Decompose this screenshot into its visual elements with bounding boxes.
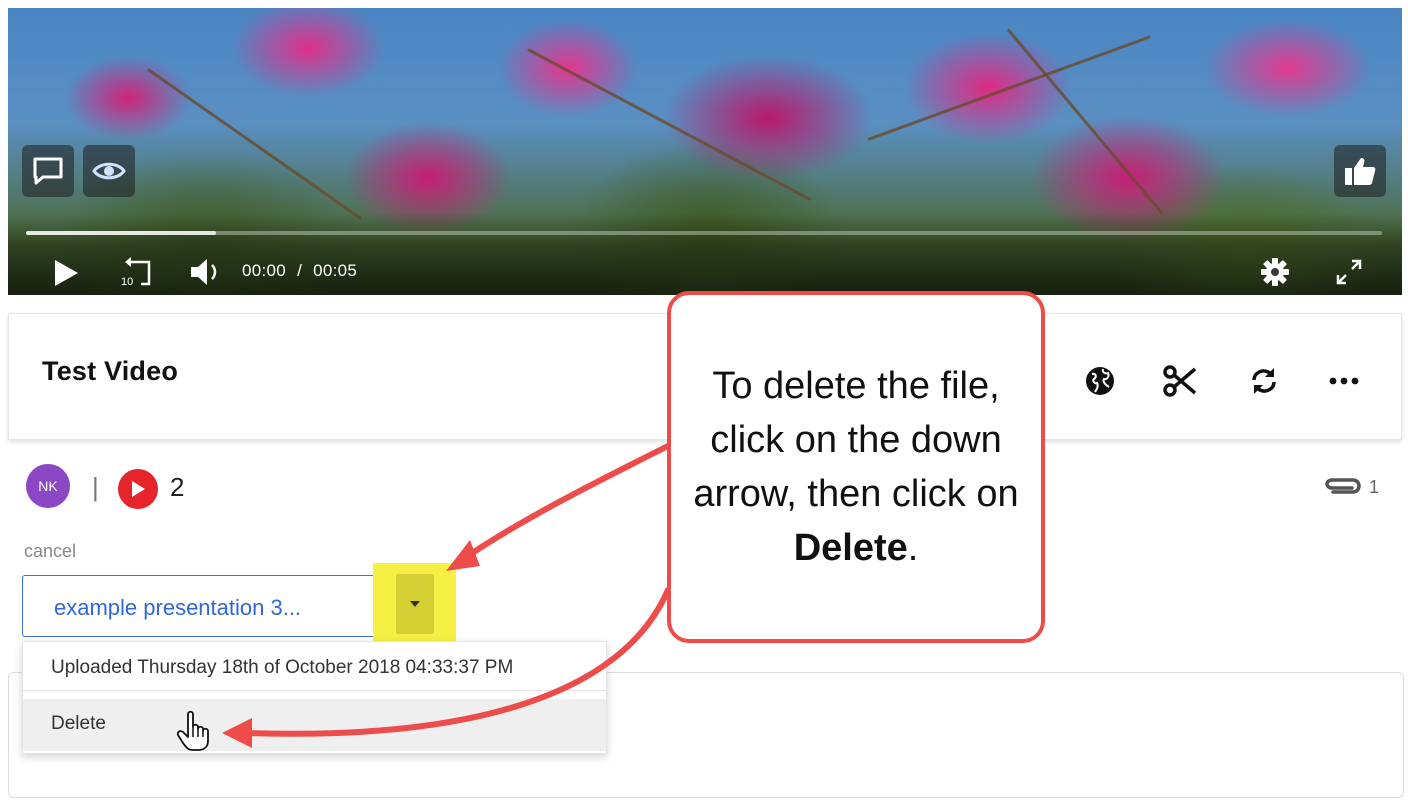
play-icon (55, 260, 78, 286)
video-scene (1006, 28, 1164, 215)
dropdown-highlight (373, 563, 456, 645)
attachment-count: 1 (1369, 477, 1380, 497)
play-icon (132, 481, 145, 497)
eye-icon (92, 162, 126, 180)
cancel-link[interactable]: cancel (24, 541, 76, 562)
callout-text-end: . (907, 527, 919, 569)
video-scene (527, 48, 812, 202)
delete-menu-item[interactable]: Delete (23, 699, 606, 751)
trim-button[interactable] (1163, 364, 1197, 398)
fullscreen-icon (1336, 259, 1362, 285)
view-button[interactable] (83, 145, 135, 197)
svg-text:10: 10 (121, 276, 133, 288)
callout-text: To delete the file, click on the down ar… (671, 359, 1041, 575)
comment-button[interactable] (22, 145, 74, 197)
scissors-icon (1163, 365, 1197, 397)
attachments-button[interactable] (1324, 476, 1362, 501)
video-scene (147, 68, 362, 220)
volume-button[interactable] (188, 255, 224, 289)
time-total: 00:05 (313, 261, 358, 280)
hand-cursor-icon (176, 710, 210, 757)
thumbs-up-icon (1345, 158, 1376, 185)
globe-icon (1086, 367, 1114, 395)
attachment-name: example presentation 3... (54, 595, 302, 620)
rewind-10-button[interactable]: 10 (118, 255, 154, 289)
play-count: 2 (170, 472, 185, 502)
progress-bar[interactable] (26, 231, 1382, 235)
time-current: 00:00 (242, 261, 287, 280)
page-title: Test Video (42, 356, 179, 386)
callout-text-bold: Delete (793, 527, 908, 569)
caret-down-icon (409, 601, 420, 607)
like-button[interactable] (1334, 145, 1386, 197)
separator: | (92, 472, 99, 502)
paperclip-icon (1325, 478, 1361, 494)
callout-text-main: To delete the file, click on the down ar… (693, 365, 1019, 515)
menu-uploaded-info: Uploaded Thursday 18th of October 2018 0… (51, 657, 514, 678)
volume-icon (191, 259, 217, 285)
menu-divider (23, 690, 606, 691)
more-options-button[interactable] (1327, 364, 1361, 398)
dropdown-toggle-button[interactable] (395, 574, 434, 634)
instruction-callout: To delete the file, click on the down ar… (667, 291, 1045, 643)
replace-button[interactable] (1247, 364, 1281, 398)
video-player[interactable]: 10 00:00 / 00:05 (8, 8, 1402, 295)
publish-button[interactable] (1083, 364, 1117, 398)
attachment-menu: Uploaded Thursday 18th of October 2018 0… (22, 641, 607, 754)
more-icon (1329, 377, 1359, 385)
time-separator: / (297, 261, 303, 280)
fullscreen-button[interactable] (1332, 255, 1366, 289)
video-controls: 10 00:00 / 00:05 (8, 213, 1402, 295)
progress-fill (26, 231, 216, 235)
video-scene (867, 35, 1151, 141)
avatar[interactable]: NK (26, 464, 70, 508)
delete-label: Delete (51, 713, 106, 734)
refresh-icon (1252, 368, 1276, 394)
play-button[interactable] (50, 257, 82, 289)
play-count-badge (118, 469, 158, 509)
settings-icon (1261, 258, 1289, 286)
time-display: 00:00 / 00:05 (242, 261, 357, 281)
settings-button[interactable] (1258, 255, 1292, 289)
page: 10 00:00 / 00:05 Test Video NK | 2 1 can… (0, 0, 1408, 800)
rewind-10-icon: 10 (121, 257, 151, 288)
comment-icon (33, 157, 63, 185)
